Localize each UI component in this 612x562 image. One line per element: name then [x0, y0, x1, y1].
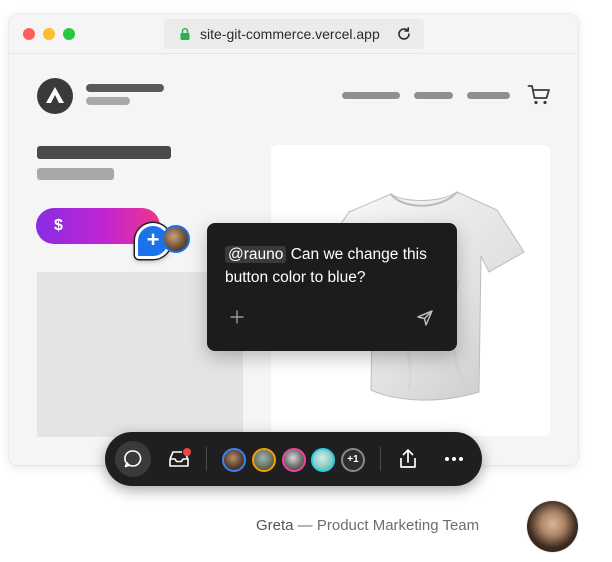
comment-icon [124, 450, 142, 468]
more-icon[interactable] [444, 456, 464, 462]
attribution-caption: Greta — Product Marketing Team [256, 517, 479, 534]
minimize-window-button[interactable] [43, 28, 55, 40]
collaboration-toolbar: +1 [105, 432, 482, 486]
nav-link-placeholder[interactable] [467, 92, 510, 99]
brand-name-placeholder [86, 84, 164, 92]
close-window-button[interactable] [23, 28, 35, 40]
author-name: Greta [256, 517, 294, 534]
author-team: — Product Marketing Team [293, 517, 480, 534]
cart-icon[interactable] [527, 84, 551, 106]
store-logo[interactable] [37, 78, 73, 114]
brand-tagline-placeholder [86, 97, 130, 105]
maximize-window-button[interactable] [63, 28, 75, 40]
lock-icon [180, 27, 190, 40]
plus-icon[interactable] [230, 310, 244, 324]
send-icon[interactable] [416, 309, 434, 327]
inbox-icon[interactable] [167, 447, 193, 471]
toolbar-divider [380, 447, 381, 471]
commenter-avatar [162, 225, 190, 253]
browser-titlebar: site-git-commerce.vercel.app [9, 14, 578, 54]
product-price-placeholder [37, 168, 114, 180]
collaborator-avatar[interactable] [311, 448, 335, 472]
share-icon[interactable] [397, 447, 419, 471]
collaborator-avatar[interactable] [252, 448, 276, 472]
comment-popup: @rauno Can we change this button color t… [207, 223, 457, 351]
collaborator-avatar[interactable] [222, 448, 246, 472]
product-title-placeholder [37, 146, 171, 159]
nav-link-placeholder[interactable] [414, 92, 453, 99]
address-bar[interactable]: site-git-commerce.vercel.app [164, 19, 424, 49]
collaborator-avatar[interactable] [282, 448, 306, 472]
url-text: site-git-commerce.vercel.app [200, 26, 380, 42]
vercel-triangle-logo [46, 87, 64, 103]
reload-icon[interactable] [396, 26, 412, 42]
more-collaborators-badge[interactable]: +1 [341, 448, 365, 472]
mention-chip[interactable]: @rauno [225, 246, 287, 263]
comment-body[interactable]: @rauno Can we change this button color t… [225, 243, 447, 289]
nav-link-placeholder[interactable] [342, 92, 400, 99]
author-avatar [527, 501, 578, 552]
toolbar-divider [206, 447, 207, 471]
